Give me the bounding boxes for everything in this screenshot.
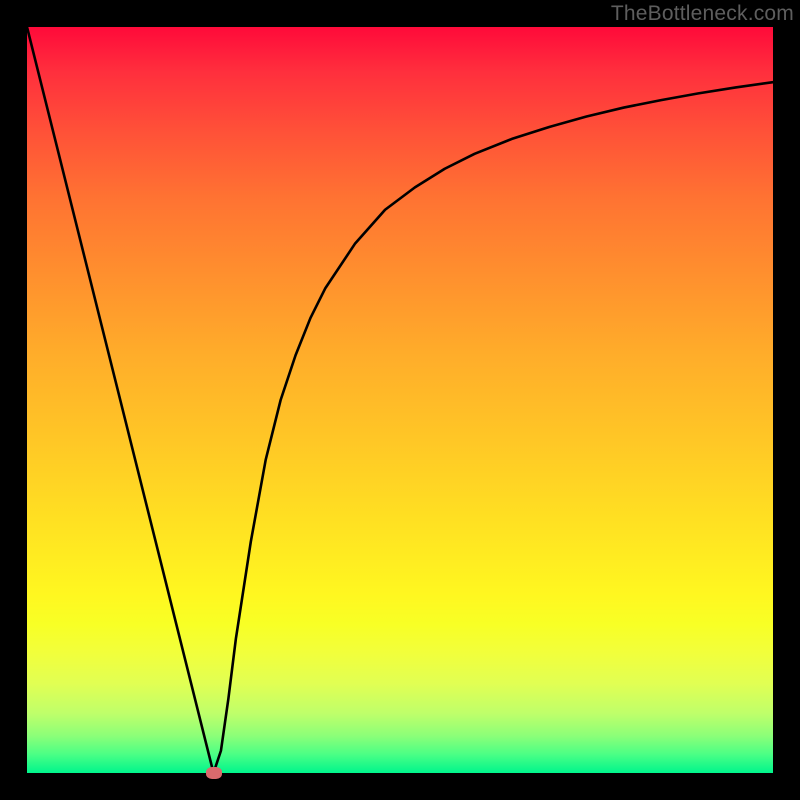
plot-area (27, 27, 773, 773)
watermark-text: TheBottleneck.com (611, 2, 794, 26)
minimum-marker-icon (206, 767, 222, 779)
bottleneck-curve (27, 27, 773, 773)
chart-frame: TheBottleneck.com (0, 0, 800, 800)
